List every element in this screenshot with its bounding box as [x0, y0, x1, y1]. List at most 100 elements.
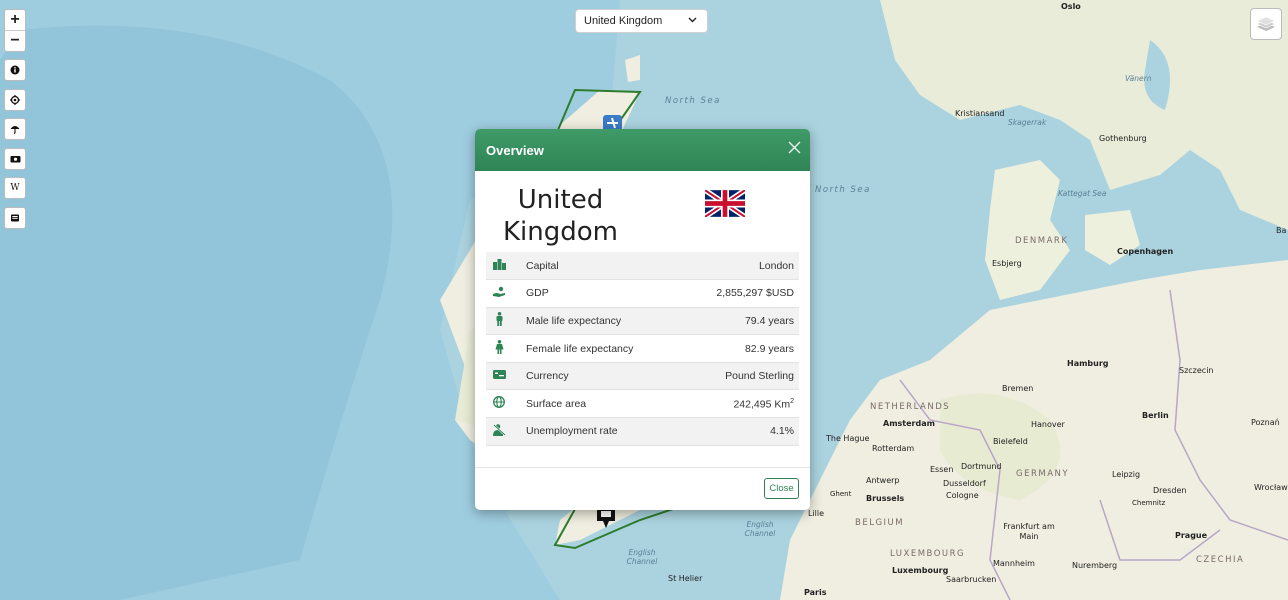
label-chemnitz: Chemnitz	[1132, 499, 1166, 507]
superscript-exponent: 2	[790, 397, 794, 405]
chevron-down-icon	[688, 10, 697, 32]
label-germany: GERMANY	[1016, 469, 1070, 479]
news-button[interactable]	[4, 207, 26, 229]
money-bill-icon	[486, 362, 512, 390]
label-hanover: Hanover	[1031, 420, 1065, 429]
locate-button[interactable]	[4, 89, 26, 111]
fact-value: London	[758, 259, 794, 272]
table-row: GDP 2,855,297 $USD	[486, 280, 799, 308]
fact-value: 2,855,297 $USD	[716, 287, 794, 300]
label-amsterdam: Amsterdam	[883, 419, 935, 428]
label-wroclaw: Wrocław	[1254, 483, 1288, 492]
label-luxembourg-country: LUXEMBOURG	[890, 549, 966, 559]
label-gothenburg: Gothenburg	[1099, 134, 1147, 143]
uk-flag-icon	[705, 190, 745, 217]
label-leipzig: Leipzig	[1112, 470, 1141, 479]
info-icon	[10, 65, 20, 75]
label-kristiansand: Kristiansand	[955, 109, 1005, 118]
country-name: United Kingdom	[503, 185, 618, 247]
label-frankfurt: Frankfurt am Main	[1003, 522, 1055, 541]
table-row: Female life expectancy 82.9 years	[486, 335, 799, 363]
label-denmark: DENMARK	[1015, 236, 1069, 246]
label-brussels: Brussels	[866, 494, 905, 503]
surface-area-value: 242,495 Km	[733, 398, 791, 411]
country-facts-table: Capital London GDP 2,855,297 $USD Male l…	[486, 252, 799, 446]
fact-label: Capital	[526, 259, 559, 272]
label-saarbrucken: Saarbrucken	[946, 575, 997, 584]
label-nuremberg: Nuremberg	[1072, 561, 1118, 570]
table-row: Capital London	[486, 252, 799, 280]
info-button[interactable]	[4, 59, 26, 81]
fact-label: Currency	[526, 370, 569, 383]
label-dortmund: Dortmund	[961, 462, 1002, 471]
modal-footer-divider	[475, 467, 810, 468]
crosshair-icon	[10, 95, 20, 105]
label-luxembourg: Luxembourg	[892, 566, 949, 575]
fact-label: Male life expectancy	[526, 314, 622, 327]
female-icon	[486, 335, 512, 363]
modal-title: Overview	[486, 143, 544, 158]
label-bielefeld: Bielefeld	[993, 437, 1028, 446]
label-prague: Prague	[1175, 531, 1208, 540]
layers-button[interactable]	[1250, 8, 1282, 40]
label-dusseldorf: Dusseldorf	[943, 479, 986, 488]
fact-label: Female life expectancy	[526, 342, 634, 355]
country-select[interactable]: United Kingdom	[575, 9, 708, 33]
city-icon	[486, 252, 512, 280]
label-lille: Lille	[808, 509, 825, 518]
fact-label: Surface area	[526, 397, 587, 410]
label-belgium: BELGIUM	[855, 518, 905, 528]
table-row: Male life expectancy 79.4 years	[486, 307, 799, 335]
fact-value: 82.9 years	[744, 342, 794, 355]
label-oslo: Oslo	[1061, 2, 1081, 11]
label-rotterdam: Rotterdam	[872, 444, 915, 453]
close-button[interactable]: Close	[764, 478, 799, 499]
currency-button[interactable]	[4, 148, 26, 170]
label-english-channel-2: English Channel	[626, 548, 658, 566]
male-icon	[486, 307, 512, 335]
fact-value: 242,495 Km2	[682, 390, 799, 418]
country-select-value: United Kingdom	[584, 15, 663, 27]
weather-button[interactable]	[4, 118, 26, 140]
label-kattegat: Kattegat Sea	[1058, 189, 1107, 198]
zoom-control: + −	[4, 9, 26, 52]
label-vanern: Vänern	[1125, 74, 1152, 83]
label-the-hague: The Hague	[826, 434, 870, 443]
modal-header: Overview	[475, 129, 810, 171]
label-esbjerg: Esbjerg	[992, 259, 1022, 268]
close-icon[interactable]	[788, 140, 801, 158]
label-poznan: Poznań	[1251, 418, 1280, 427]
hand-coin-icon	[486, 280, 512, 308]
table-row: Currency Pound Sterling	[486, 362, 799, 390]
label-hamburg: Hamburg	[1067, 359, 1109, 368]
label-czechia: CZECHIA	[1196, 555, 1245, 565]
label-st-helier: St Helier	[668, 574, 703, 583]
label-szczecin: Szczecin	[1179, 366, 1214, 375]
label-dresden: Dresden	[1153, 486, 1187, 495]
label-north-sea: North Sea	[665, 96, 721, 106]
unemployed-icon	[486, 418, 512, 446]
fact-label: Unemployment rate	[526, 425, 618, 438]
label-paris: Paris	[804, 588, 827, 597]
label-ghent: Ghent	[830, 490, 852, 498]
newspaper-icon	[11, 214, 19, 222]
fact-value: Pound Sterling	[725, 370, 794, 383]
label-cologne: Cologne	[946, 491, 979, 500]
label-english-channel: English Channel	[744, 520, 776, 538]
label-ba: Ba	[1276, 226, 1287, 235]
label-netherlands: NETHERLANDS	[870, 402, 951, 412]
umbrella-icon	[10, 126, 20, 134]
label-copenhagen: Copenhagen	[1117, 247, 1174, 256]
zoom-in-button[interactable]: +	[5, 10, 25, 30]
wikipedia-icon: W	[10, 183, 20, 193]
label-bremen: Bremen	[1002, 384, 1034, 393]
table-row: Unemployment rate 4.1%	[486, 417, 799, 446]
overview-modal: Overview United Kingdom Capital London G…	[475, 129, 810, 510]
label-antwerp: Antwerp	[866, 476, 900, 485]
wikipedia-button[interactable]: W	[4, 177, 26, 199]
fact-label: GDP	[526, 287, 549, 300]
fact-value: 4.1%	[770, 425, 794, 438]
label-mannheim: Mannheim	[993, 559, 1035, 568]
zoom-out-button[interactable]: −	[5, 30, 25, 51]
label-north-sea-2: North Sea	[815, 185, 871, 195]
